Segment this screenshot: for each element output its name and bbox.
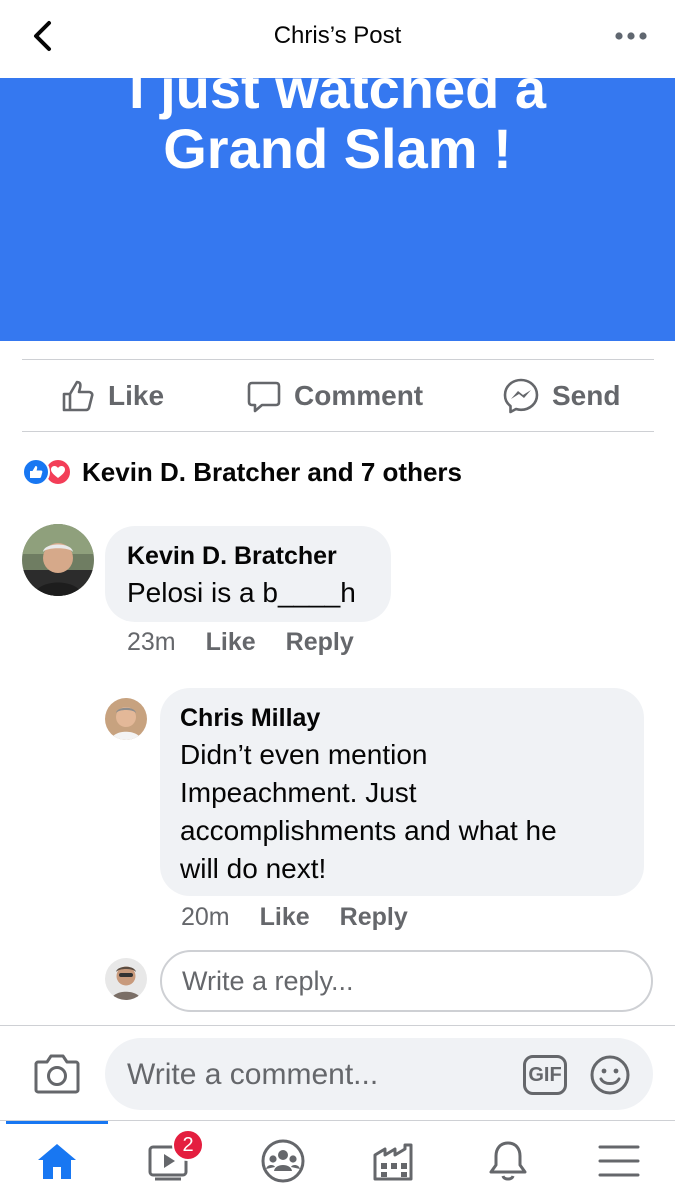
comment-bubble-icon: [247, 381, 281, 413]
tab-menu[interactable]: [591, 1135, 647, 1187]
tab-home[interactable]: [29, 1135, 85, 1187]
more-options-button[interactable]: [611, 22, 651, 50]
avatar: [105, 958, 147, 1000]
top-nav-bar: Chris’s Post: [0, 0, 675, 78]
comment-bubble: Chris Millay Didn’t even mention Impeach…: [160, 688, 644, 896]
comment-reply-button[interactable]: Reply: [340, 903, 408, 932]
send-button[interactable]: Send: [502, 376, 620, 416]
divider: [0, 1025, 675, 1026]
like-reaction-icon: [22, 458, 50, 486]
groups-icon: [261, 1139, 305, 1183]
comment-text-line: Impeachment. Just: [180, 777, 417, 808]
camera-button[interactable]: [34, 1052, 80, 1096]
active-tab-indicator: [6, 1121, 108, 1124]
comment-text-line: accomplishments and what he: [180, 815, 557, 846]
reply-input[interactable]: Write a reply...: [160, 950, 653, 1012]
comment-meta: 23m Like Reply: [127, 628, 354, 657]
tab-groups[interactable]: [255, 1135, 311, 1187]
comment-placeholder: Write a comment...: [127, 1058, 379, 1091]
post-text-line-2: Grand Slam !: [163, 117, 512, 180]
reactions-text: Kevin D. Bratcher and 7 others: [82, 456, 462, 487]
emoji-smile-icon: [590, 1055, 630, 1095]
camera-icon: [34, 1054, 80, 1094]
messenger-icon: [503, 378, 539, 414]
comment-text: Didn’t even mention Impeachment. Just ac…: [180, 736, 557, 888]
avatar[interactable]: [22, 524, 94, 596]
comment-text-line: Didn’t even mention: [180, 739, 428, 770]
comment-time: 23m: [127, 628, 176, 656]
menu-icon: [598, 1145, 640, 1177]
avatar-image: [105, 698, 147, 740]
thumbs-up-icon: [62, 380, 94, 412]
comment-author[interactable]: Kevin D. Bratcher: [127, 542, 337, 571]
marketplace-icon: [373, 1143, 413, 1181]
comment-time: 20m: [181, 903, 230, 931]
comment-bubble: Kevin D. Bratcher Pelosi is a b____h: [105, 526, 391, 622]
gif-button[interactable]: GIF: [523, 1055, 567, 1095]
divider: [22, 359, 654, 360]
comment-reply-button[interactable]: Reply: [286, 628, 354, 657]
more-dots-icon: [615, 32, 647, 40]
tab-marketplace[interactable]: [366, 1135, 422, 1187]
comment-like-button[interactable]: Like: [206, 628, 256, 657]
post-action-bar: Like Comment Send: [0, 362, 675, 430]
comment-author[interactable]: Chris Millay: [180, 704, 320, 733]
avatar[interactable]: [105, 698, 147, 740]
tab-notifications[interactable]: [480, 1135, 536, 1187]
comment-button[interactable]: Comment: [246, 376, 423, 416]
gif-label: GIF: [528, 1063, 562, 1086]
emoji-button[interactable]: [589, 1054, 631, 1096]
comment-like-button[interactable]: Like: [260, 903, 310, 932]
page-title: Chris’s Post: [273, 22, 402, 49]
notifications-icon: [489, 1141, 527, 1181]
comment-label: Comment: [294, 380, 424, 411]
like-button[interactable]: Like: [60, 376, 164, 416]
comment-text: Pelosi is a b____h: [127, 577, 356, 608]
post-status-background: I just watched a Grand Slam !: [0, 78, 675, 341]
like-label: Like: [108, 380, 165, 411]
home-icon: [38, 1144, 76, 1179]
divider: [22, 431, 654, 432]
comment-text-line: will do next!: [180, 853, 327, 884]
reply-placeholder: Write a reply...: [182, 965, 354, 996]
avatar-image: [105, 958, 147, 1000]
comment-meta: 20m Like Reply: [181, 903, 408, 932]
bottom-tab-bar: 2: [0, 1120, 675, 1200]
avatar-image: [22, 524, 94, 596]
tab-watch[interactable]: 2: [142, 1129, 204, 1187]
comment-input[interactable]: Write a comment... GIF: [105, 1038, 653, 1110]
notification-badge: 2: [172, 1129, 204, 1161]
reactions-summary[interactable]: Kevin D. Bratcher and 7 others: [22, 452, 462, 492]
send-label: Send: [552, 380, 621, 411]
